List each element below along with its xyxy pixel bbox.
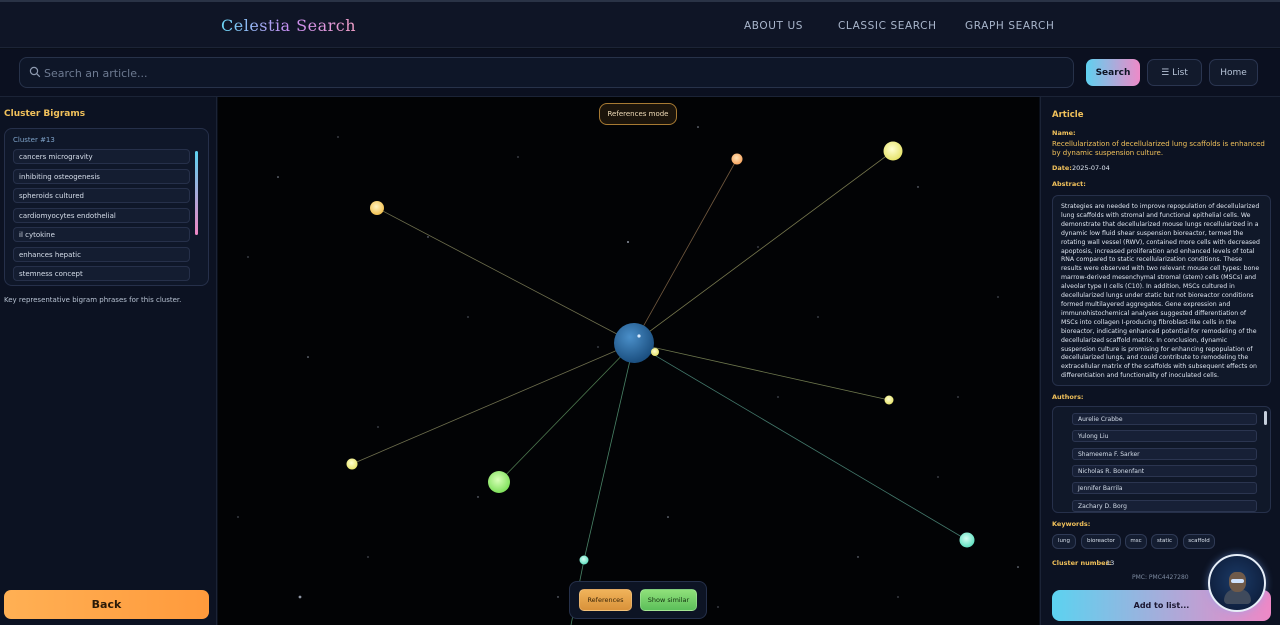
- author-item[interactable]: Nicholas R. Bonenfant: [1072, 465, 1257, 477]
- bigram-item[interactable]: cancers microgravity: [13, 149, 190, 164]
- node-reference: [370, 201, 384, 215]
- list-icon: ☰: [1161, 67, 1170, 78]
- keyword-chip[interactable]: static: [1151, 534, 1178, 549]
- cluster-panel: Cluster Bigrams Cluster #13 cancers micr…: [0, 97, 217, 625]
- article-date: 2025-07-04: [1072, 164, 1110, 172]
- graph-edges: [351, 150, 968, 625]
- nav-about-us[interactable]: ABOUT US: [744, 20, 803, 32]
- search-icon: [29, 66, 41, 78]
- back-button[interactable]: Back: [4, 590, 209, 619]
- bigram-item[interactable]: spheroids cultured: [13, 188, 190, 203]
- pmc-id: PMC: PMC4427280: [1132, 574, 1189, 581]
- abstract-label: Abstract:: [1052, 180, 1086, 188]
- bigram-item[interactable]: cardiomyocytes endothelial: [13, 208, 190, 223]
- authors-scrollbar[interactable]: [1264, 411, 1267, 425]
- authors-list[interactable]: Aurelie Crabbe Yulong Liu Shameema F. Sa…: [1052, 406, 1271, 513]
- cluster-panel-title: Cluster Bigrams: [4, 109, 86, 119]
- bigram-item[interactable]: inhibiting osteogenesis: [13, 169, 190, 184]
- graph-action-bar: References Show similar: [569, 581, 707, 619]
- home-button[interactable]: Home: [1209, 59, 1258, 86]
- article-panel: Article Name: Recellularization of decel…: [1040, 97, 1280, 625]
- keyword-chip[interactable]: bioreactor: [1081, 534, 1121, 549]
- bigram-item[interactable]: il cytokine: [13, 227, 190, 242]
- bigram-item[interactable]: stemness concept: [13, 266, 190, 281]
- cluster-label: Cluster #13: [13, 136, 55, 144]
- cluster-number: 13: [1106, 559, 1115, 567]
- nav-graph-search[interactable]: GRAPH SEARCH: [965, 20, 1054, 32]
- search-button[interactable]: Search: [1086, 59, 1140, 86]
- node-reference: [959, 532, 975, 548]
- node-reference: [883, 141, 903, 161]
- article-section-title: Article: [1052, 110, 1084, 120]
- article-abstract[interactable]: Strategies are needed to improve repopul…: [1052, 195, 1271, 386]
- node-reference: [488, 471, 510, 493]
- node-reference: [731, 153, 743, 165]
- bigram-scrollbar[interactable]: [195, 151, 198, 235]
- date-label: Date:: [1052, 164, 1072, 172]
- authors-label: Authors:: [1052, 393, 1084, 401]
- keyword-chip[interactable]: lung: [1052, 534, 1076, 549]
- cluster-hint: Key representative bigram phrases for th…: [4, 296, 182, 304]
- keywords-label: Keywords:: [1052, 520, 1091, 528]
- node-reference: [884, 395, 894, 405]
- list-label: List: [1172, 67, 1188, 78]
- brand-logo[interactable]: Celestia Search: [221, 16, 356, 35]
- bigram-item[interactable]: enhances hepatic: [13, 247, 190, 262]
- node-center-article: [614, 323, 654, 363]
- author-item[interactable]: Yulong Liu: [1072, 430, 1257, 442]
- graph-view[interactable]: References mode References Show similar: [218, 97, 1039, 625]
- references-mode-badge: References mode: [599, 103, 677, 125]
- search-box[interactable]: [19, 57, 1074, 88]
- author-item[interactable]: Jennifer Barrila: [1072, 482, 1257, 494]
- author-item[interactable]: Zachary D. Borg: [1072, 500, 1257, 512]
- node-small: [651, 348, 659, 356]
- keyword-chip[interactable]: msc: [1125, 534, 1147, 549]
- graph-canvas[interactable]: [218, 97, 1039, 625]
- graph-nodes[interactable]: [346, 141, 975, 565]
- nav-classic-search[interactable]: CLASSIC SEARCH: [838, 20, 937, 32]
- list-button[interactable]: ☰ List: [1147, 59, 1202, 86]
- article-name: Recellularization of decellularized lung…: [1052, 140, 1265, 157]
- show-similar-button[interactable]: Show similar: [640, 589, 697, 611]
- node-center-highlight: [637, 334, 641, 338]
- node-reference: [579, 555, 589, 565]
- author-item[interactable]: Shameema F. Sarker: [1072, 448, 1257, 460]
- node-reference: [346, 458, 358, 470]
- top-bar: Celestia Search ABOUT US CLASSIC SEARCH …: [0, 0, 1280, 48]
- search-input[interactable]: [44, 63, 1064, 83]
- assistant-avatar[interactable]: [1208, 554, 1266, 612]
- references-button[interactable]: References: [579, 589, 632, 611]
- cluster-number-label: Cluster number:: [1052, 559, 1112, 567]
- search-row: Search ☰ List Home: [0, 49, 1280, 97]
- astronaut-visor-icon: [1231, 579, 1244, 583]
- name-label: Name:: [1052, 129, 1076, 137]
- author-item[interactable]: Aurelie Crabbe: [1072, 413, 1257, 425]
- keyword-chip[interactable]: scaffold: [1183, 534, 1215, 549]
- cluster-bigram-list[interactable]: Cluster #13 cancers microgravity inhibit…: [4, 128, 209, 286]
